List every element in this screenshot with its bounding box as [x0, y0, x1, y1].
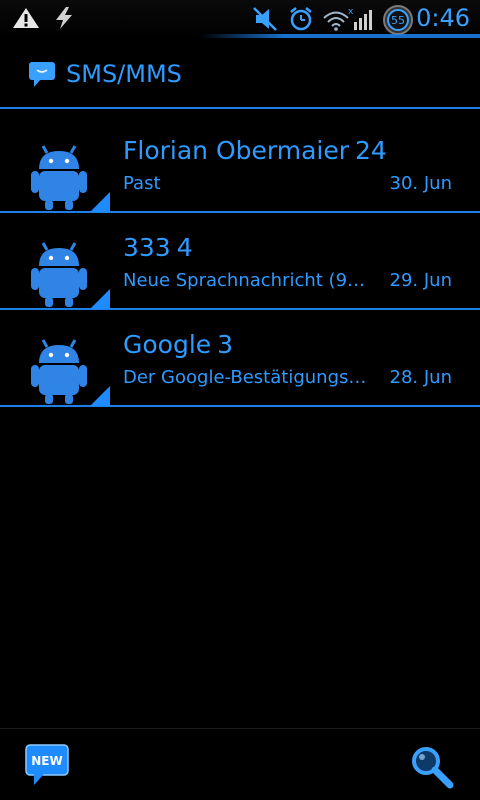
conversation-item[interactable]: Florian Obermaier 24 Past 30. Jun: [0, 116, 480, 213]
contact-name: Florian Obermaier 24: [123, 136, 387, 165]
search-icon[interactable]: [408, 743, 456, 791]
sms-screen: x 55 0:46 SMS/MMS Florian Obermaier 24 P…: [0, 0, 480, 800]
message-snippet: Past: [123, 173, 161, 194]
message-count: 3: [217, 330, 234, 359]
contact-name-text: Florian Obermaier: [123, 136, 350, 165]
title-divider: [0, 107, 480, 109]
svg-text:x: x: [348, 7, 354, 17]
message-date: 29. Jun: [389, 270, 452, 291]
no-sound-icon: [252, 6, 278, 36]
conversation-item[interactable]: Google 3 Der Google-Bestätigungs… 28. Jun: [0, 310, 480, 407]
app-title-bar: SMS/MMS: [0, 38, 480, 108]
message-count: 4: [176, 233, 193, 262]
message-snippet: Der Google-Bestätigungs…: [123, 367, 367, 388]
contact-name: 333 4: [123, 233, 193, 262]
message-date: 30. Jun: [389, 173, 452, 194]
new-message-label: NEW: [31, 754, 62, 768]
message-date: 28. Jun: [389, 367, 452, 388]
contact-avatar-icon[interactable]: [28, 324, 110, 406]
contact-avatar-icon[interactable]: [28, 130, 110, 212]
contact-name-text: Google: [123, 330, 212, 359]
contact-name-text: 333: [123, 233, 171, 262]
contact-name: Google 3: [123, 330, 233, 359]
alarm-icon: [288, 6, 314, 36]
clock-time: 0:46: [416, 4, 470, 32]
new-message-button[interactable]: NEW: [24, 743, 72, 789]
contact-avatar-icon[interactable]: [28, 227, 110, 309]
warning-icon: [12, 6, 40, 34]
message-snippet: Neue Sprachnachricht (9…: [123, 270, 366, 291]
status-bar: x 55 0:46: [0, 0, 480, 38]
sms-app-icon: [28, 60, 56, 92]
app-title: SMS/MMS: [66, 60, 182, 88]
charging-bolt-icon: [52, 6, 76, 34]
wifi-signal-icon: x: [322, 6, 374, 36]
conversation-list: Florian Obermaier 24 Past 30. Jun 333 4 …: [0, 116, 480, 407]
conversation-item[interactable]: 333 4 Neue Sprachnachricht (9… 29. Jun: [0, 213, 480, 310]
battery-level-text: 55: [391, 14, 405, 27]
message-count: 24: [355, 136, 387, 165]
bottom-action-bar: NEW: [0, 728, 480, 800]
